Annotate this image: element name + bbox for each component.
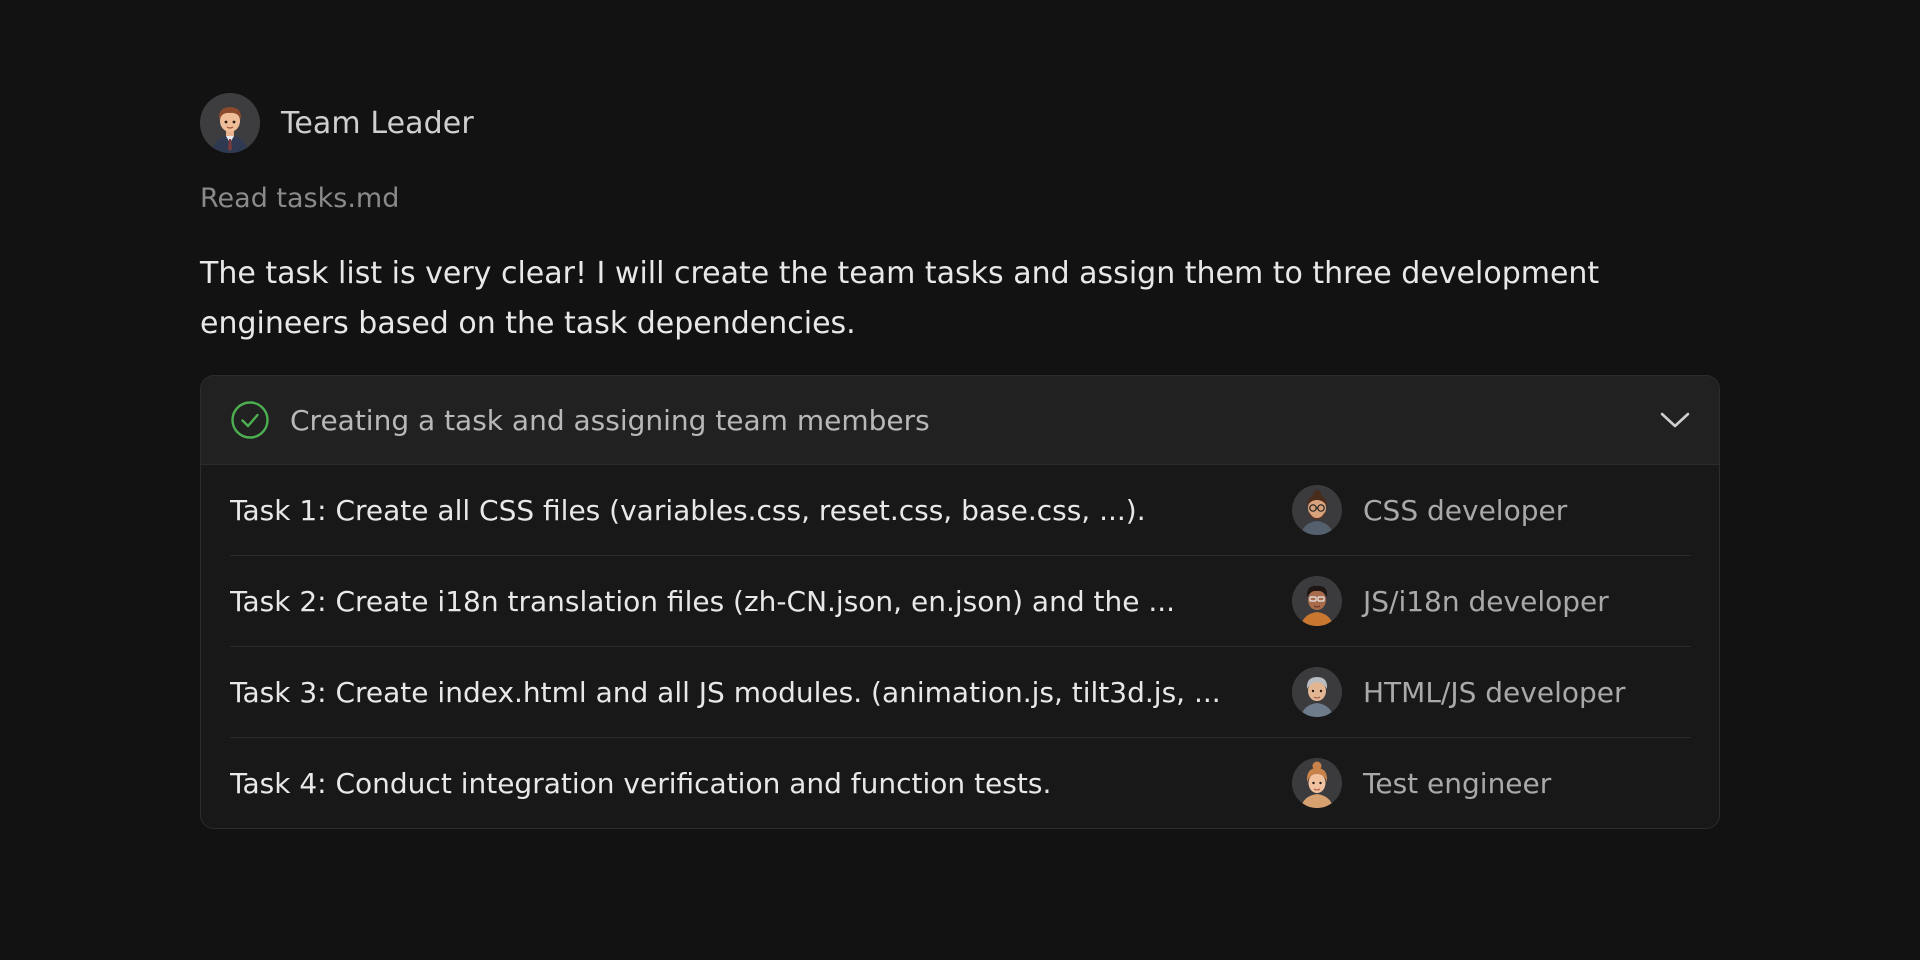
task-card-header[interactable]: Creating a task and assigning team membe… bbox=[201, 376, 1719, 465]
task-description: Task 4: Conduct integration verification… bbox=[230, 766, 1052, 800]
chat-message: Team Leader Read tasks.md The task list … bbox=[200, 93, 1720, 829]
assignee-name: Test engineer bbox=[1363, 766, 1552, 800]
task-row[interactable]: Task 2: Create i18n translation files (z… bbox=[230, 556, 1691, 647]
team-leader-avatar bbox=[200, 93, 260, 153]
assignee-name: HTML/JS developer bbox=[1363, 675, 1626, 709]
assignee-name: JS/i18n developer bbox=[1363, 584, 1609, 618]
chevron-down-icon[interactable] bbox=[1659, 404, 1691, 436]
task-row[interactable]: Task 4: Conduct integration verification… bbox=[230, 738, 1691, 828]
task-description: Task 1: Create all CSS files (variables.… bbox=[230, 493, 1146, 527]
js-i18n-developer-avatar bbox=[1292, 576, 1342, 626]
task-description: Task 2: Create i18n translation files (z… bbox=[230, 584, 1176, 618]
task-assignee: HTML/JS developer bbox=[1292, 667, 1626, 717]
css-developer-avatar bbox=[1292, 485, 1342, 535]
task-assignee: Test engineer bbox=[1292, 758, 1551, 808]
assistant-message-text: The task list is very clear! I will crea… bbox=[200, 256, 1600, 341]
check-circle-icon bbox=[231, 401, 269, 439]
task-description: Task 3: Create index.html and all JS mod… bbox=[230, 675, 1221, 709]
html-js-developer-avatar bbox=[1292, 667, 1342, 717]
task-list: Task 1: Create all CSS files (variables.… bbox=[201, 465, 1719, 828]
task-row[interactable]: Task 1: Create all CSS files (variables.… bbox=[230, 465, 1691, 556]
message-author: Team Leader bbox=[200, 93, 1720, 153]
test-engineer-avatar bbox=[1292, 758, 1342, 808]
task-row[interactable]: Task 3: Create index.html and all JS mod… bbox=[230, 647, 1691, 738]
tool-call-read-file[interactable]: Read tasks.md bbox=[200, 179, 1720, 219]
task-assignment-card: Creating a task and assigning team membe… bbox=[200, 375, 1720, 829]
task-card-title: Creating a task and assigning team membe… bbox=[290, 403, 930, 437]
assignee-name: CSS developer bbox=[1363, 493, 1568, 527]
task-assignee: JS/i18n developer bbox=[1292, 576, 1609, 626]
author-name: Team Leader bbox=[281, 105, 474, 141]
task-assignee: CSS developer bbox=[1292, 485, 1567, 535]
